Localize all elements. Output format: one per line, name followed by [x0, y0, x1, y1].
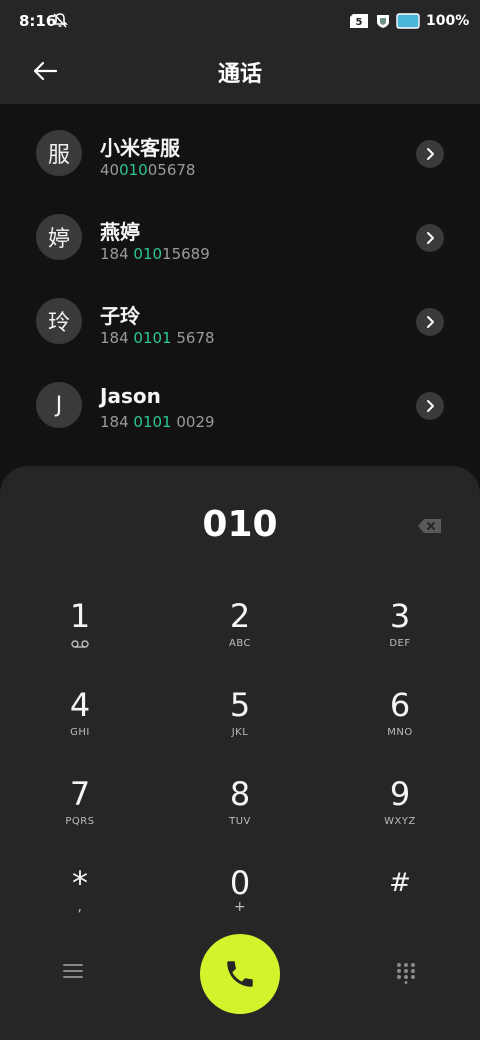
page-title: 通话: [217, 62, 262, 87]
key-letters: ABC: [228, 638, 251, 649]
header: 通话: [0, 42, 480, 104]
key-letters: PQRS: [65, 816, 95, 827]
dialpad-key-7[interactable]: 7 PQRS: [20, 774, 140, 854]
key-letters: +: [233, 899, 247, 915]
key-digit: 9: [389, 775, 411, 813]
dialpad-key-6[interactable]: 6 MNO: [340, 685, 460, 765]
contact-name: Jason: [100, 384, 161, 408]
voicemail-icon: [71, 640, 89, 648]
battery-icon: [396, 13, 420, 29]
number-suffix: 5678: [171, 329, 215, 347]
contact-detail-button[interactable]: [416, 392, 444, 420]
bell-off-icon: [52, 13, 68, 28]
shield-icon: [377, 15, 389, 28]
grid-icon[interactable]: [396, 962, 416, 984]
key-digit: 1: [69, 597, 91, 635]
dialpad-key-1[interactable]: 1: [20, 596, 140, 676]
dialpad-key-8[interactable]: 8 TUV: [180, 774, 300, 854]
chevron-right-icon: [427, 400, 434, 412]
chevron-right-icon: [427, 148, 434, 160]
contact-name: 子玲: [100, 304, 140, 328]
key-letters: ,: [77, 899, 83, 915]
dialpad-key-9[interactable]: 9 WXYZ: [340, 774, 460, 854]
contact-number: 184 0101 0029: [100, 413, 215, 431]
key-letters: MNO: [387, 727, 413, 738]
contact-name: 燕婷: [100, 220, 140, 244]
contact-list: 服 小米客服 4001005678 婷 燕婷 184 01015689 玲 子玲…: [0, 112, 480, 448]
number-prefix: 184: [100, 329, 134, 347]
key-letters: WXYZ: [384, 816, 416, 827]
phone-icon: [227, 961, 253, 987]
dialpad-key-5[interactable]: 5 JKL: [180, 685, 300, 765]
chevron-right-icon: [427, 232, 434, 244]
avatar: 婷: [36, 214, 82, 260]
key-digit: 8: [229, 775, 251, 813]
sim-icon: 5: [350, 14, 368, 28]
chevron-right-icon: [427, 316, 434, 328]
call-button[interactable]: [200, 934, 280, 1014]
number-prefix: 184: [100, 413, 134, 431]
key-digit: 4: [69, 686, 91, 724]
dialpad-key-4[interactable]: 4 GHI: [20, 685, 140, 765]
dialpad-key-2[interactable]: 2 ABC: [180, 596, 300, 676]
contact-row[interactable]: J Jason 184 0101 0029: [0, 364, 480, 448]
dialpad-key-0[interactable]: 0 +: [180, 863, 300, 943]
contact-number: 184 0101 5678: [100, 329, 215, 347]
key-letters: DEF: [389, 638, 411, 649]
key-digit: 6: [389, 686, 411, 724]
key-letters: GHI: [70, 727, 90, 738]
battery-percentage: 100%: [426, 13, 470, 29]
menu-icon[interactable]: [62, 962, 84, 980]
svg-text:5: 5: [356, 17, 363, 28]
contact-row[interactable]: 婷 燕婷 184 01015689: [0, 196, 480, 280]
key-digit: 5: [229, 686, 251, 724]
key-digit: 0: [229, 864, 251, 902]
contact-detail-button[interactable]: [416, 224, 444, 252]
number-match: 010: [119, 161, 148, 179]
number-match: 0101: [133, 329, 172, 347]
dialpad-key-hash[interactable]: #: [340, 863, 460, 943]
contact-number: 184 01015689: [100, 245, 210, 263]
dialed-number: 010: [202, 504, 278, 545]
key-letters: JKL: [231, 727, 249, 738]
contact-detail-button[interactable]: [416, 308, 444, 336]
delete-icon[interactable]: [416, 516, 444, 536]
key-digit: #: [389, 868, 411, 898]
dialpad-key-3[interactable]: 3 DEF: [340, 596, 460, 676]
key-letters: TUV: [229, 816, 251, 827]
number-match: 0101: [133, 413, 172, 431]
contact-row[interactable]: 服 小米客服 4001005678: [0, 112, 480, 196]
avatar: J: [36, 382, 82, 428]
dialpad-sheet: 010 1 2 ABC 3 DEF 4 GHI 5 JKL 6 MNO 7 PQ…: [0, 466, 480, 1040]
status-time: 8:16: [19, 12, 57, 30]
status-bar: 8:16 5 100%: [0, 0, 480, 42]
key-digit: *: [72, 864, 88, 902]
key-digit: 7: [69, 775, 91, 813]
key-digit: 3: [389, 597, 411, 635]
number-match: 010: [133, 245, 163, 263]
number-suffix: 0029: [171, 413, 215, 431]
contact-row[interactable]: 玲 子玲 184 0101 5678: [0, 280, 480, 364]
avatar: 玲: [36, 298, 82, 344]
avatar: 服: [36, 130, 82, 176]
dialpad-key-star[interactable]: * ,: [20, 863, 140, 943]
number-suffix: 05678: [147, 161, 196, 179]
number-prefix: 184: [100, 245, 134, 263]
contact-number: 4001005678: [100, 161, 195, 179]
number-suffix: 15689: [162, 245, 210, 263]
contact-name: 小米客服: [100, 136, 180, 160]
number-prefix: 40: [100, 161, 120, 179]
key-digit: 2: [229, 597, 251, 635]
contact-detail-button[interactable]: [416, 140, 444, 168]
